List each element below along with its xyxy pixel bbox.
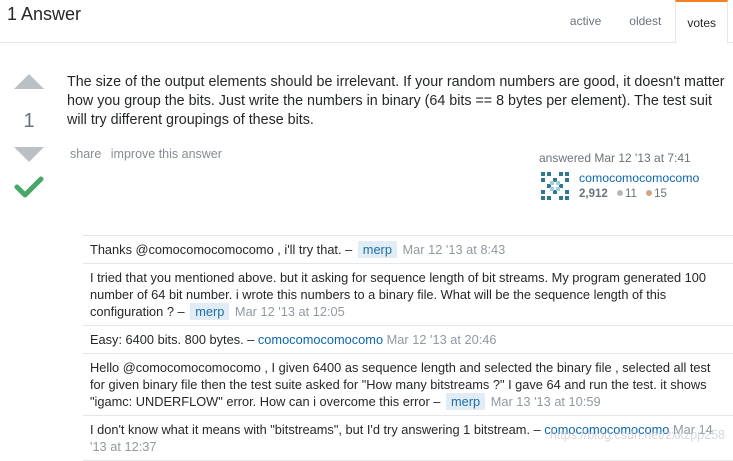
comment-text: I don't know what it means with "bitstre… (90, 422, 545, 437)
tab-votes[interactable]: votes (675, 0, 728, 44)
arrow-up-icon[interactable] (14, 74, 44, 89)
comment-date[interactable]: Mar 12 '13 at 12:05 (235, 304, 345, 319)
comment-date[interactable]: Mar 12 '13 at 20:46 (387, 332, 497, 347)
tab-active[interactable]: active (556, 0, 615, 43)
post-menu: share improve this answer (70, 147, 228, 161)
sort-tabs: active oldest votes (556, 0, 728, 44)
comment-date[interactable]: Mar 12 '13 at 8:43 (403, 242, 506, 257)
comment-date[interactable]: Mar 13 '13 at 10:59 (491, 394, 601, 409)
arrow-down-icon[interactable] (14, 147, 44, 162)
comment-text: I tried that you mentioned above. but it… (90, 270, 707, 319)
improve-answer-link[interactable]: improve this answer (111, 147, 222, 161)
comment-user-link[interactable]: merp (190, 303, 230, 320)
silver-badge-icon (616, 190, 623, 197)
user-info-card: answered Mar 12 '13 at 7:41 comocomocomo… (539, 151, 729, 202)
comment: Hello @comocomocomocomo , I given 6400 a… (83, 354, 733, 416)
answers-header: 1 Answer active oldest votes (0, 0, 733, 44)
answer-body: The size of the output elements should b… (67, 74, 725, 128)
checkmark-icon (14, 176, 44, 198)
reputation-row: 2,912 11 15 (579, 188, 699, 200)
comment: Thanks @comocomocomocomo , i'll try that… (83, 236, 733, 264)
comment-user-link[interactable]: merp (445, 393, 486, 410)
silver-badge-count: 11 (624, 188, 637, 200)
answers-count: 1 Answer (7, 4, 82, 24)
comment-text: Hello @comocomocomocomo , I given 6400 a… (90, 360, 711, 409)
comment: Easy: 6400 bits. 800 bytes. – comocomoco… (83, 326, 733, 354)
comment: I tried that you mentioned above. but it… (83, 264, 733, 326)
watermark: https://blog.csdn.net/zxkzpp258 (549, 428, 725, 442)
vote-cell: 1 (13, 74, 45, 204)
avatar[interactable] (539, 170, 571, 202)
bronze-badge-count: 15 (654, 188, 667, 200)
share-link[interactable]: share (70, 147, 101, 161)
user-name-link[interactable]: comocomocomocomo (579, 171, 699, 185)
comment-text: Thanks @comocomocomocomo , i'll try that… (90, 242, 356, 257)
reputation-score: 2,912 (579, 188, 608, 200)
comment-text: Easy: 6400 bits. 800 bytes. – (90, 332, 258, 347)
answered-time: answered Mar 12 '13 at 7:41 (539, 151, 691, 165)
tab-oldest[interactable]: oldest (615, 0, 675, 43)
vote-count: 1 (23, 110, 35, 132)
comment-user-link[interactable]: comocomocomocomo (258, 332, 383, 347)
comment-user-link[interactable]: merp (357, 241, 397, 258)
bronze-badge-icon (646, 190, 653, 197)
